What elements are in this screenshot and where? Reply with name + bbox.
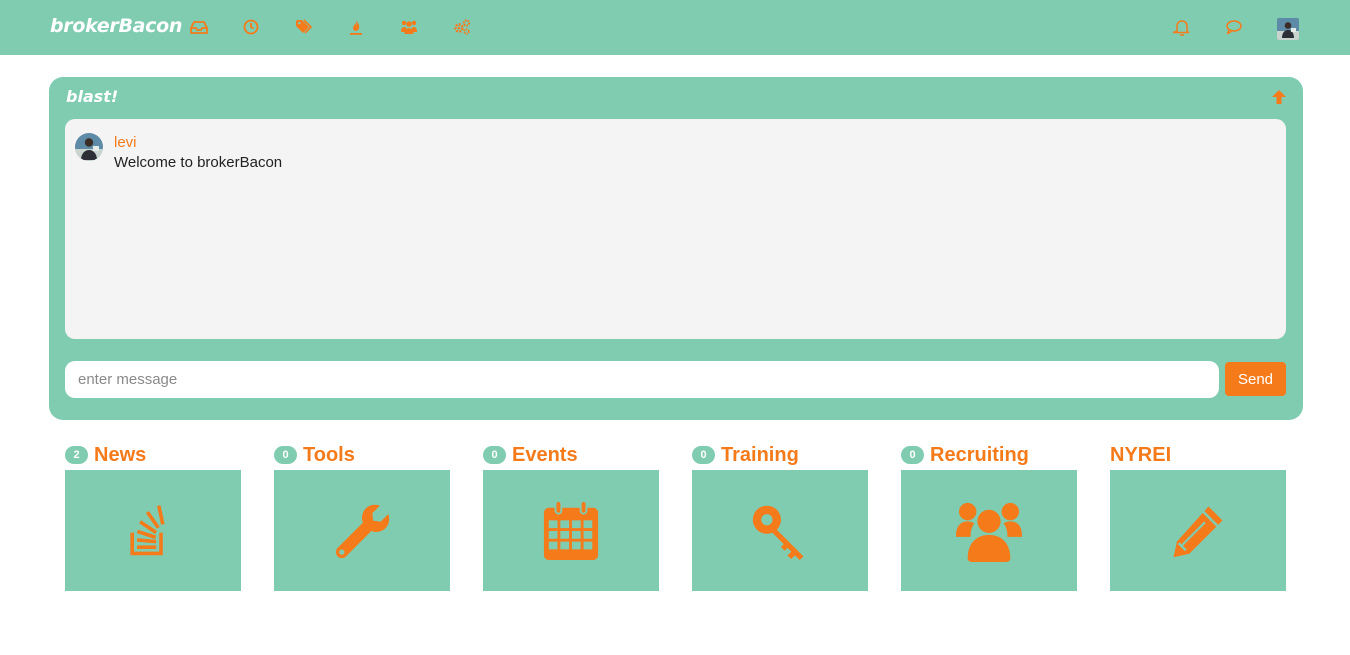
top-navbar: brokerBacon — [0, 0, 1350, 55]
users-icon — [956, 502, 1022, 562]
tile-title[interactable]: Events — [512, 444, 578, 467]
tile-title[interactable]: Recruiting — [930, 444, 1029, 467]
tile-training: 0 Training — [692, 440, 868, 591]
user-avatar[interactable] — [1277, 18, 1299, 40]
tile-tools: 0 Tools — [274, 440, 450, 591]
clock-icon[interactable] — [242, 18, 260, 36]
tile-nyrei: NYREI — [1110, 440, 1286, 591]
calendar-icon — [543, 499, 599, 560]
message-username[interactable]: levi — [114, 134, 137, 151]
inbox-icon[interactable] — [190, 18, 208, 36]
tags-icon[interactable] — [295, 18, 313, 36]
tile-title[interactable]: News — [94, 444, 146, 467]
stack-overflow-icon — [130, 504, 165, 555]
bell-icon[interactable] — [1173, 18, 1191, 36]
tile-header: 0 Events — [483, 440, 578, 470]
count-badge: 0 — [901, 446, 924, 464]
tile-news: 2 News — [65, 440, 241, 591]
cogs-icon[interactable] — [453, 18, 471, 36]
tile-header: 0 Tools — [274, 440, 355, 470]
group-icon[interactable] — [400, 18, 418, 36]
tile-nyrei-button[interactable] — [1110, 470, 1286, 591]
fire-icon[interactable] — [347, 18, 365, 36]
tile-header: 2 News — [65, 440, 146, 470]
pencil-icon — [1173, 506, 1223, 557]
tile-events: 0 Events — [483, 440, 659, 591]
message-input[interactable] — [65, 361, 1219, 398]
blast-title: blast! — [66, 87, 119, 106]
tile-title[interactable]: NYREI — [1110, 444, 1171, 467]
message-avatar — [75, 133, 103, 161]
tile-header: NYREI — [1110, 440, 1171, 470]
send-button[interactable]: Send — [1225, 362, 1286, 396]
count-badge: 2 — [65, 446, 88, 464]
count-badge: 0 — [692, 446, 715, 464]
chat-icon[interactable] — [1225, 18, 1243, 36]
tile-title[interactable]: Training — [721, 444, 799, 467]
count-badge: 0 — [483, 446, 506, 464]
tile-recruiting-button[interactable] — [901, 470, 1077, 591]
brand-logo[interactable]: brokerBacon — [50, 15, 182, 37]
tile-header: 0 Recruiting — [901, 440, 1029, 470]
tile-news-button[interactable] — [65, 470, 241, 591]
tile-events-button[interactable] — [483, 470, 659, 591]
count-badge: 0 — [274, 446, 297, 464]
key-icon — [752, 505, 804, 560]
blast-panel: blast! levi Welcome to brokerBacon Send — [49, 77, 1303, 420]
tile-tools-button[interactable] — [274, 470, 450, 591]
wrench-icon — [335, 504, 390, 558]
message-text: Welcome to brokerBacon — [114, 154, 283, 171]
message-list: levi Welcome to brokerBacon — [65, 119, 1286, 339]
arrow-up-icon[interactable] — [1270, 88, 1288, 106]
tile-title[interactable]: Tools — [303, 444, 355, 467]
tile-recruiting: 0 Recruiting — [901, 440, 1077, 591]
tile-header: 0 Training — [692, 440, 799, 470]
tile-training-button[interactable] — [692, 470, 868, 591]
